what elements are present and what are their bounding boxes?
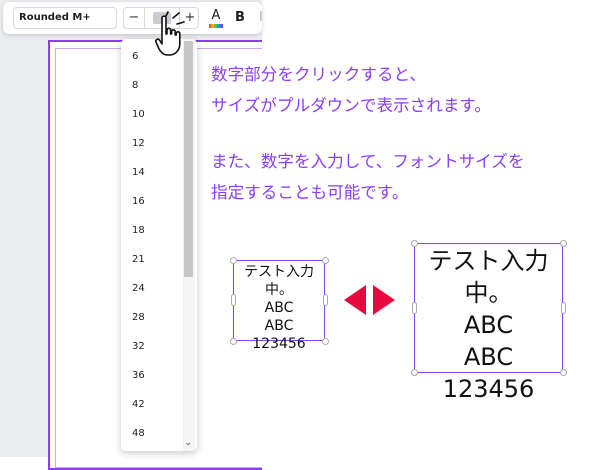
font-size-decrease-button[interactable]: −	[124, 8, 144, 28]
sample-text-line: ABC	[264, 318, 294, 334]
sample-text-line: テスト入力中。	[244, 264, 314, 298]
font-size-option[interactable]: 42	[132, 399, 145, 411]
resize-handle[interactable]	[231, 294, 236, 306]
sample-text-line: ABC	[463, 343, 514, 371]
resize-handle[interactable]	[412, 302, 417, 314]
resize-handle[interactable]	[322, 257, 329, 264]
text-toolbar: Rounded M+ − + A B I	[3, 2, 263, 34]
font-size-option[interactable]: 12	[132, 138, 145, 150]
font-family-select[interactable]: Rounded M+	[13, 7, 117, 29]
bold-button[interactable]: B	[235, 8, 245, 28]
font-size-option[interactable]: 16	[132, 196, 145, 208]
instruction-line: また、数字を入力して、フォントサイズを	[211, 152, 525, 171]
font-size-option[interactable]: 24	[132, 283, 145, 295]
text-color-label: A	[211, 8, 221, 23]
hand-pointer-icon	[155, 11, 185, 56]
font-size-option[interactable]: 6	[132, 51, 138, 63]
resize-handle[interactable]	[560, 369, 567, 376]
resize-handle[interactable]	[322, 338, 329, 345]
sample-text-line: テスト入力中。	[428, 247, 549, 307]
text-box-large[interactable]: テスト入力中。 ABC ABC 123456	[414, 243, 563, 403]
instruction-line: 指定することも可能です。	[211, 183, 409, 202]
font-size-option[interactable]: 8	[132, 80, 138, 92]
resize-handle[interactable]	[560, 240, 567, 247]
font-size-option[interactable]: 18	[132, 225, 145, 237]
resize-handle[interactable]	[411, 240, 418, 247]
font-size-option[interactable]: 36	[132, 370, 145, 382]
resize-handle[interactable]	[230, 338, 237, 345]
instruction-line: サイズがプルダウンで表示されます。	[211, 96, 491, 115]
text-color-button[interactable]: A	[207, 8, 225, 28]
instruction-line: 数字部分をクリックすると、	[211, 65, 427, 84]
font-size-option[interactable]: 10	[132, 109, 145, 121]
sample-text-line: ABC	[264, 300, 294, 316]
font-size-dropdown: 6 8 10 12 14 16 18 21 24 28 32 36 42 48 …	[121, 39, 197, 451]
color-swatch-bar	[209, 24, 223, 28]
arrow-left-icon	[344, 285, 366, 315]
resize-handle[interactable]	[323, 294, 328, 306]
arrow-right-icon	[373, 285, 395, 315]
resize-handle[interactable]	[411, 369, 418, 376]
font-size-option[interactable]: 28	[132, 312, 145, 324]
sample-text-line: 123456	[252, 336, 306, 352]
text-box-small[interactable]: テスト入力中。 ABC ABC 123456	[233, 260, 325, 352]
font-size-option[interactable]: 14	[132, 167, 145, 179]
resize-handle[interactable]	[230, 257, 237, 264]
font-size-option[interactable]: 32	[132, 341, 145, 353]
divider	[144, 8, 145, 28]
dropdown-scrollbar-thumb[interactable]	[184, 41, 193, 277]
sample-text-line: 123456	[442, 375, 535, 403]
font-size-option[interactable]: 21	[132, 254, 145, 266]
italic-button[interactable]: I	[259, 8, 263, 28]
sample-text-line: ABC	[463, 311, 514, 339]
chevron-down-icon[interactable]: ⌄	[184, 438, 192, 448]
resize-handle[interactable]	[561, 302, 566, 314]
font-size-option[interactable]: 48	[132, 428, 145, 440]
